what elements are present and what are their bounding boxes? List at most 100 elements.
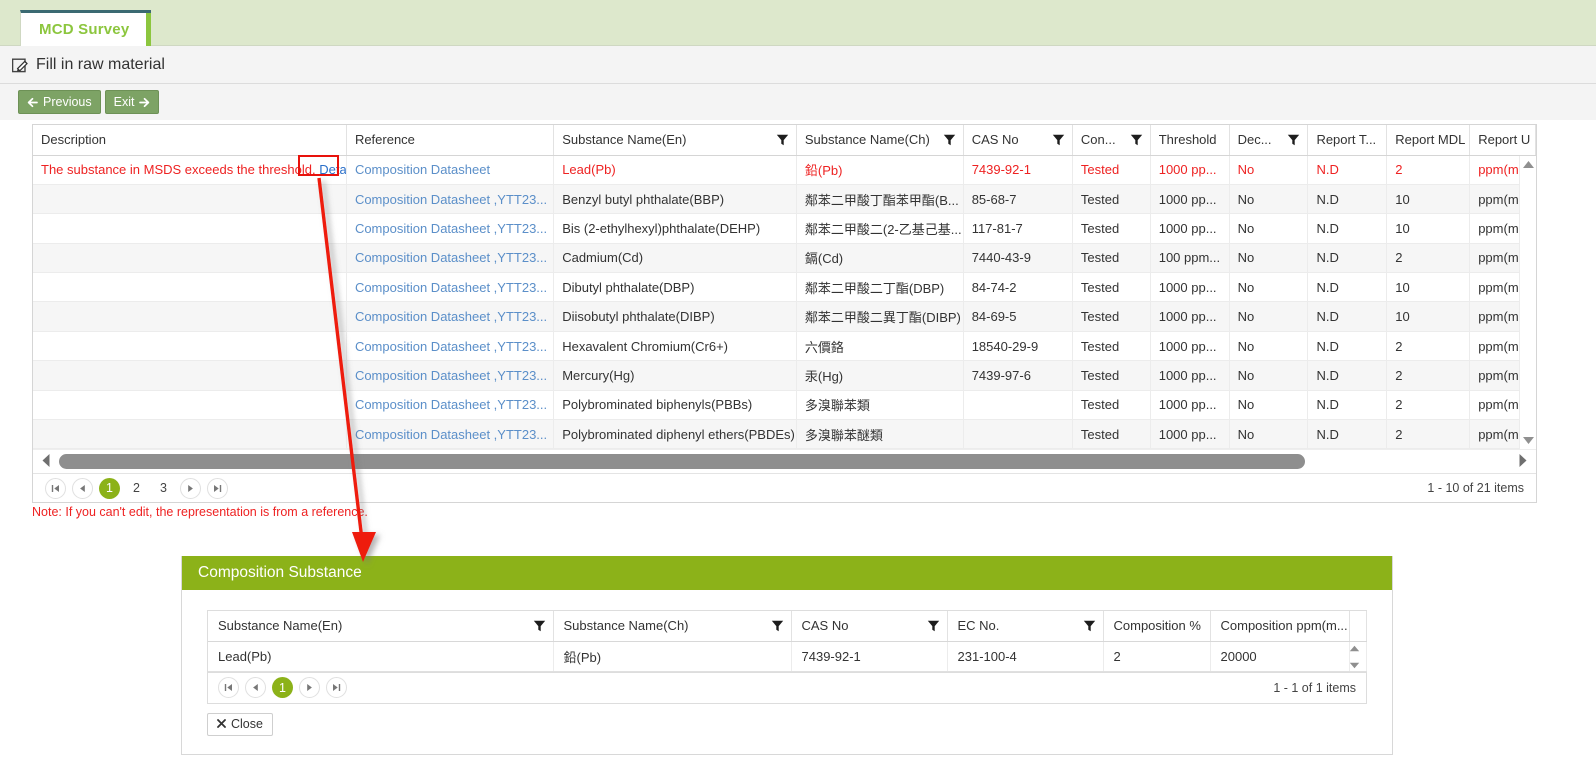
filter-icon[interactable] xyxy=(1052,133,1065,146)
grid-col-reference[interactable]: Reference xyxy=(346,125,555,156)
cell-cas-no: 18540-29-9 xyxy=(963,331,1073,362)
cell-threshold: 1000 pp... xyxy=(1150,184,1230,215)
filter-icon[interactable] xyxy=(776,133,789,146)
dialog-pager-page-numbers: 1 xyxy=(272,677,299,698)
reference-link[interactable]: Composition Datasheet ,YTT23... xyxy=(355,250,547,265)
reference-link[interactable]: Composition Datasheet ,YTT23... xyxy=(355,192,547,207)
grid-col-dec[interactable]: Dec... xyxy=(1229,125,1309,156)
pager-page-1[interactable]: 1 xyxy=(99,477,120,499)
previous-button[interactable]: Previous xyxy=(18,90,101,114)
cell-cas-no: 117-81-7 xyxy=(963,213,1073,244)
cell-description xyxy=(33,419,347,449)
table-row[interactable]: Composition Datasheet ,YTT23... Polybromi… xyxy=(33,419,1536,449)
filter-icon[interactable] xyxy=(1130,133,1143,146)
exit-button[interactable]: Exit xyxy=(104,90,160,114)
dialog-pager-prev-button[interactable] xyxy=(245,677,266,698)
dialog-pager-last-button[interactable] xyxy=(326,677,347,698)
dialog-pager-first-button[interactable] xyxy=(218,677,239,698)
dialog-col-substance-name-ch[interactable]: Substance Name(Ch) xyxy=(553,611,792,642)
arrow-left-icon xyxy=(27,97,38,108)
reference-link[interactable]: Composition Datasheet ,YTT23... xyxy=(355,309,547,324)
cell-cas-no: 84-74-2 xyxy=(963,272,1073,303)
reference-link[interactable]: Composition Datasheet ,YTT23... xyxy=(355,339,547,354)
cell-substance-name-ch: 汞(Hg) xyxy=(796,360,964,391)
close-button[interactable]: Close xyxy=(207,712,273,736)
cell-ec-no: 231-100-4 xyxy=(947,641,1104,672)
filter-icon[interactable] xyxy=(943,133,956,146)
hscroll-thumb[interactable] xyxy=(59,453,1305,469)
dialog-pager-page-1[interactable]: 1 xyxy=(272,677,293,698)
cell-substance-name-ch: 多溴聯苯類 xyxy=(796,390,964,421)
hscroll-track[interactable] xyxy=(59,450,1510,474)
spinner-up-icon[interactable] xyxy=(1349,641,1360,655)
table-row[interactable]: Composition Datasheet ,YTT23... Diisobuty… xyxy=(33,301,1536,332)
dialog-col-composition-ppm-m[interactable]: Composition ppm(m... xyxy=(1210,611,1350,642)
dialog-col-blank[interactable] xyxy=(1349,611,1367,642)
grid-col-cas-no[interactable]: CAS No xyxy=(963,125,1073,156)
detail-link[interactable]: Detail xyxy=(319,162,345,177)
reference-link[interactable]: Composition Datasheet ,YTT23... xyxy=(355,221,547,236)
cell-report-t: N.D xyxy=(1307,213,1388,244)
cell-report-t: N.D xyxy=(1307,155,1388,185)
table-row[interactable]: The substance in MSDS exceeds the thresh… xyxy=(33,155,1536,185)
grid-col-report-t[interactable]: Report T... xyxy=(1307,125,1388,156)
cell-substance-name-ch: 多溴聯苯醚類 xyxy=(796,419,964,449)
table-row[interactable]: Lead(Pb) 鉛(Pb) 7439-92-1 231-100-4 2 20000 xyxy=(208,641,1367,672)
pager-page-3[interactable]: 3 xyxy=(153,478,174,499)
close-button-label: Close xyxy=(231,717,263,731)
grid-col-threshold[interactable]: Threshold xyxy=(1150,125,1230,156)
table-row[interactable]: Composition Datasheet ,YTT23... Cadmium(C… xyxy=(33,243,1536,274)
table-row[interactable]: Composition Datasheet ,YTT23... Hexavalen… xyxy=(33,331,1536,362)
grid-col-substance-name-en[interactable]: Substance Name(En) xyxy=(553,125,797,156)
dialog-col-ec-no[interactable]: EC No. xyxy=(947,611,1104,642)
dialog-col-cas-no[interactable]: CAS No xyxy=(791,611,948,642)
filter-icon[interactable] xyxy=(771,619,784,632)
grid-col-report-mdl[interactable]: Report MDL xyxy=(1386,125,1471,156)
pager-page-2[interactable]: 2 xyxy=(126,478,147,499)
spinner-down-icon[interactable] xyxy=(1349,657,1360,670)
scroll-down-icon[interactable] xyxy=(1520,432,1537,449)
cell-cas-no: 7439-92-1 xyxy=(963,155,1073,185)
cell-spinner[interactable] xyxy=(1349,641,1367,672)
spinner-stepper[interactable] xyxy=(1349,641,1360,670)
cell-report-t: N.D xyxy=(1307,272,1388,303)
tab-mcd-survey[interactable]: MCD Survey xyxy=(20,10,152,46)
scroll-up-icon[interactable] xyxy=(1520,156,1537,173)
cell-threshold: 1000 pp... xyxy=(1150,390,1230,421)
dialog-pager-next-button[interactable] xyxy=(299,677,320,698)
reference-link[interactable]: Composition Datasheet ,YTT23... xyxy=(355,368,547,383)
dialog-header-row: Substance Name(En) Substance Name(Ch) CAS … xyxy=(208,611,1367,642)
table-row[interactable]: Composition Datasheet ,YTT23... Dibutyl p… xyxy=(33,272,1536,303)
pager-prev-button[interactable] xyxy=(72,477,93,499)
cell-substance-name-en: Bis (2-ethylhexyl)phthalate(DEHP) xyxy=(553,213,797,244)
scroll-right-icon[interactable] xyxy=(1510,453,1536,471)
reference-link[interactable]: Composition Datasheet ,YTT23... xyxy=(355,280,547,295)
reference-link[interactable]: Composition Datasheet ,YTT23... xyxy=(355,397,547,412)
grid-vertical-scrollbar[interactable] xyxy=(1519,156,1536,449)
filter-icon[interactable] xyxy=(533,619,546,632)
cell-reference: Composition Datasheet ,YTT23... xyxy=(346,390,555,421)
table-row[interactable]: Composition Datasheet ,YTT23... Bis (2-et… xyxy=(33,213,1536,244)
filter-icon[interactable] xyxy=(927,619,940,632)
grid-col-substance-name-ch[interactable]: Substance Name(Ch) xyxy=(796,125,964,156)
cell-composition-ppm[interactable]: 20000 xyxy=(1210,641,1350,672)
pager-first-button[interactable] xyxy=(45,477,66,499)
filter-icon[interactable] xyxy=(1287,133,1300,146)
grid-col-description[interactable]: Description xyxy=(33,125,347,156)
pager-last-button[interactable] xyxy=(207,477,228,499)
table-row[interactable]: Composition Datasheet ,YTT23... Polybromi… xyxy=(33,390,1536,421)
pager-next-button[interactable] xyxy=(180,477,201,499)
cell-substance-name-en: Lead(Pb) xyxy=(208,641,554,672)
grid-col-con[interactable]: Con... xyxy=(1072,125,1151,156)
dialog-col-composition[interactable]: Composition % xyxy=(1103,611,1211,642)
reference-link[interactable]: Composition Datasheet ,YTT23... xyxy=(355,427,547,442)
table-row[interactable]: Composition Datasheet ,YTT23... Benzyl bu… xyxy=(33,184,1536,215)
grid-col-report-u[interactable]: Report U xyxy=(1469,125,1536,156)
reference-link[interactable]: Composition Datasheet xyxy=(355,162,490,177)
filter-icon[interactable] xyxy=(1083,619,1096,632)
table-row[interactable]: Composition Datasheet ,YTT23... Mercury(H… xyxy=(33,360,1536,391)
scroll-left-icon[interactable] xyxy=(33,453,59,471)
grid-horizontal-scrollbar[interactable] xyxy=(33,449,1536,473)
cell-composition-percent[interactable]: 2 xyxy=(1103,641,1211,672)
dialog-col-substance-name-en[interactable]: Substance Name(En) xyxy=(208,611,554,642)
